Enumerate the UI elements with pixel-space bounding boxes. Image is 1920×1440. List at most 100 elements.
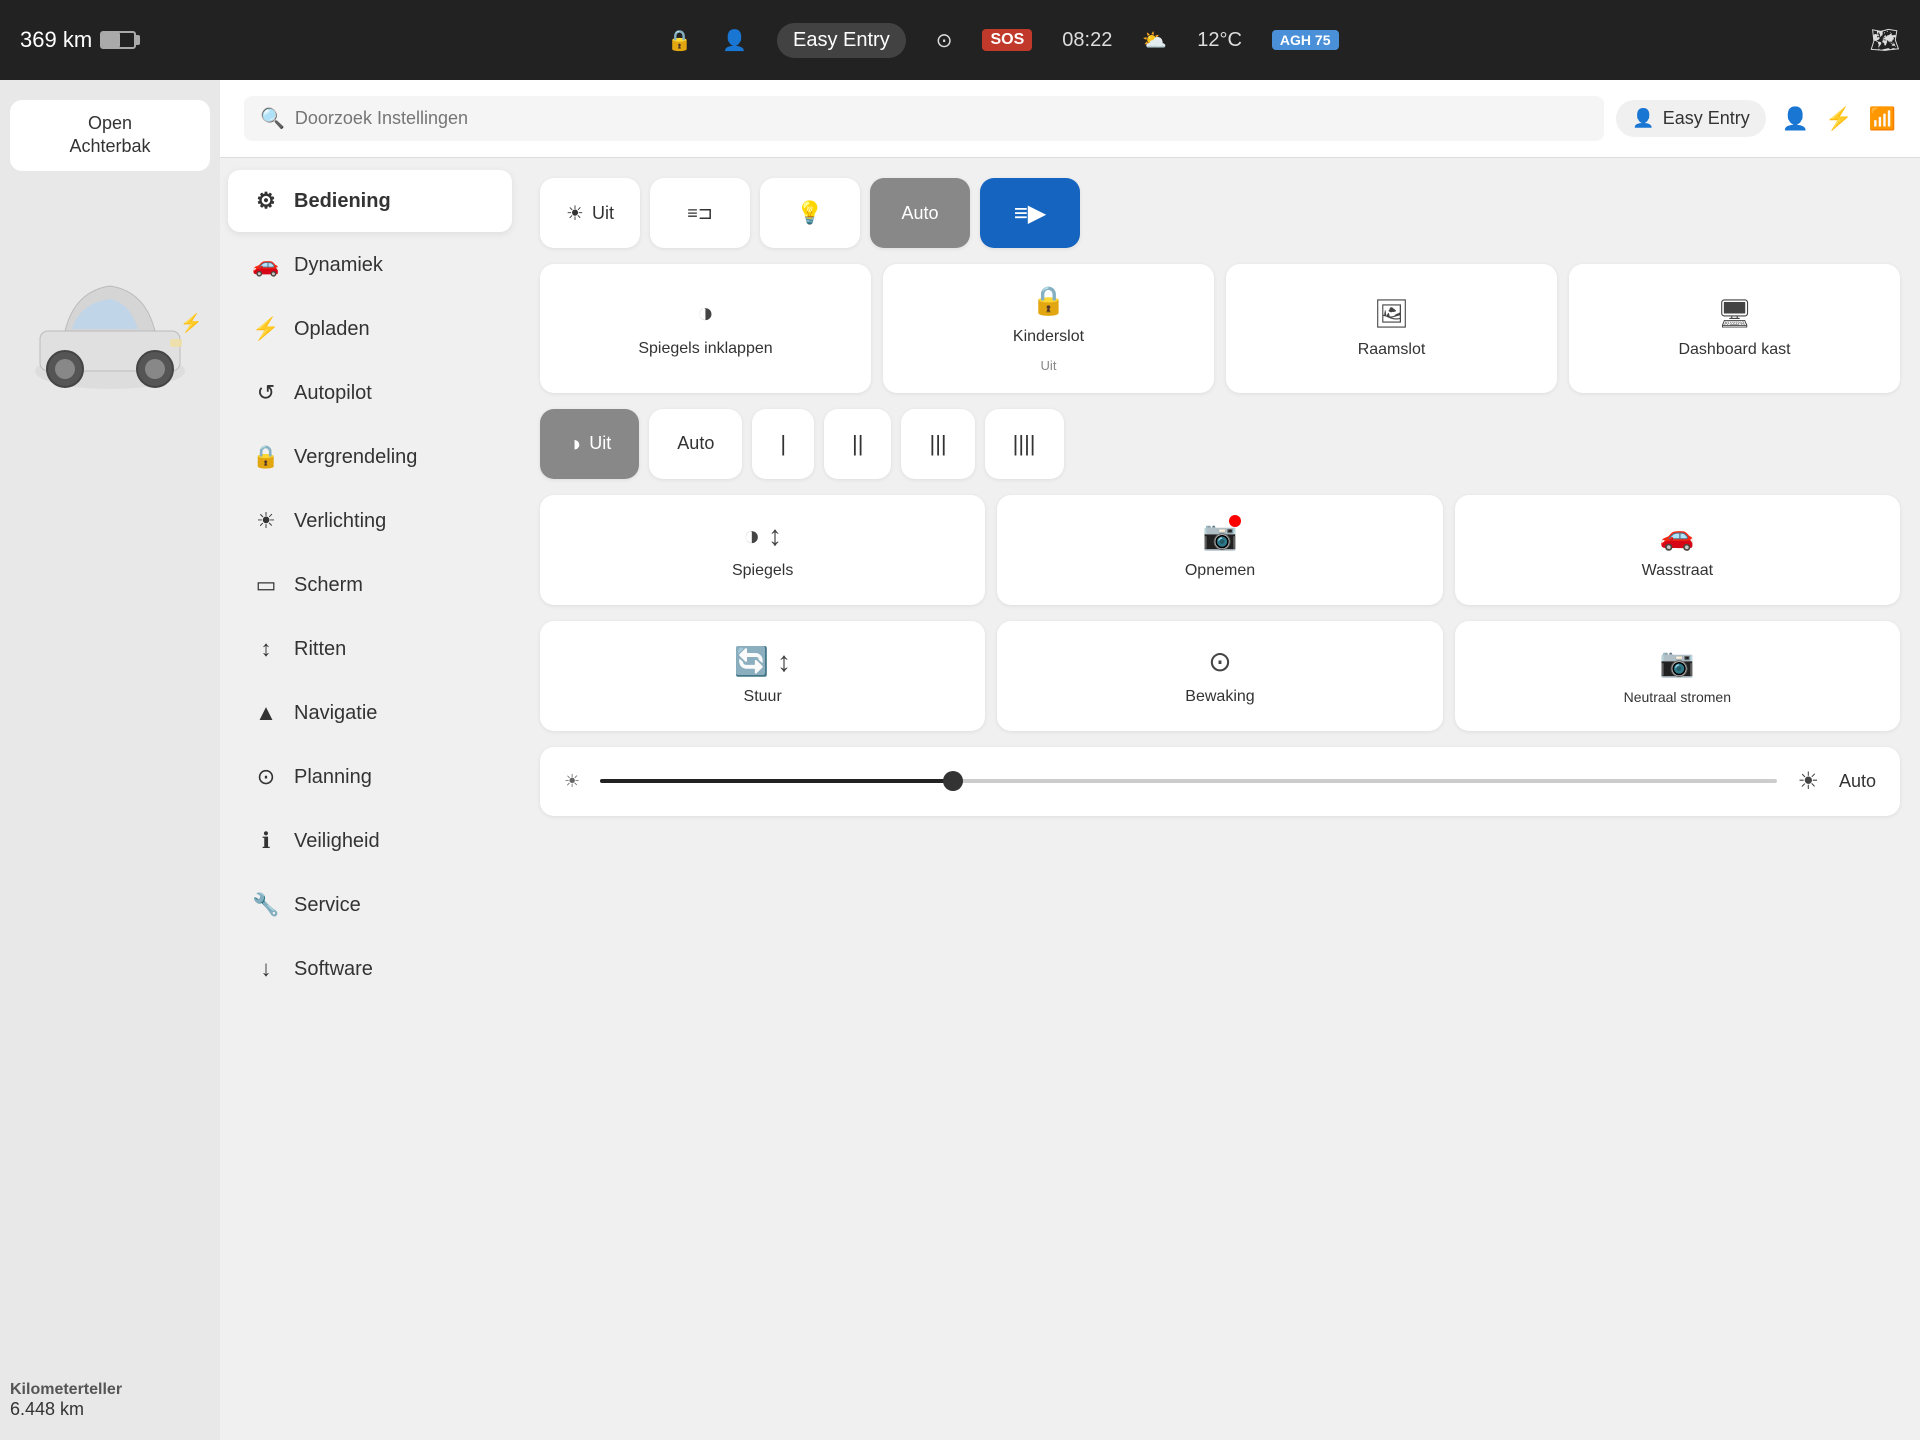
opnemen-btn[interactable]: 📷 Opnemen xyxy=(997,495,1442,605)
veiligheid-icon: ℹ xyxy=(252,828,280,854)
wiper-auto-btn[interactable]: Auto xyxy=(649,409,742,479)
car-svg: ⚡ xyxy=(20,211,200,411)
content-area: ⚙ Bediening 🚗 Dynamiek ⚡ Opladen ↺ Autop… xyxy=(220,158,1920,1440)
brightness-high-icon: ☀ xyxy=(1797,767,1819,796)
svg-text:⚡: ⚡ xyxy=(180,312,200,334)
software-icon: ↓ xyxy=(252,956,280,982)
sidebar-item-autopilot[interactable]: ↺ Autopilot xyxy=(228,362,512,424)
light-auto-btn[interactable]: Auto xyxy=(870,178,970,248)
temp-display: 12°C xyxy=(1197,29,1242,52)
wiper-speed3-btn[interactable]: ||| xyxy=(901,409,974,479)
light-dimlicht-btn[interactable]: 💡 xyxy=(760,178,860,248)
sidebar-item-vergrendeling[interactable]: 🔒 Vergrendeling xyxy=(228,426,512,488)
km-value: 369 km xyxy=(20,27,92,53)
autopilot-badge: AGH 75 xyxy=(1272,30,1339,50)
sidebar-item-label: Verlichting xyxy=(294,510,386,533)
km-display: 369 km xyxy=(20,27,136,53)
scherm-icon: ▭ xyxy=(252,572,280,598)
navigatie-icon: ▲ xyxy=(252,700,280,726)
planning-icon: ⊙ xyxy=(252,764,280,790)
nav-menu: ⚙ Bediening 🚗 Dynamiek ⚡ Opladen ↺ Autop… xyxy=(220,158,520,1440)
km-counter-value: 6.448 km xyxy=(10,1399,210,1420)
search-wrap: 🔍 xyxy=(244,96,1604,141)
search-input[interactable] xyxy=(295,108,1588,129)
open-trunk-button[interactable]: Open Achterbak xyxy=(10,100,210,171)
action-grid-2: 🔄 ↕ Stuur ⊙ Bewaking 📷 Neutraal stromen xyxy=(540,621,1900,731)
circle-icon: ⊙ xyxy=(936,28,953,53)
raamslot-btn[interactable]: 🖼 Raamslot xyxy=(1226,264,1557,393)
left-panel: Open Achterbak xyxy=(0,80,220,1440)
controls-area: ☀ Uit ≡⊐ 💡 Auto ≡▶ xyxy=(520,158,1920,1440)
sidebar-item-software[interactable]: ↓ Software xyxy=(228,938,512,1000)
dashboard-kast-btn[interactable]: 🖥 Dashboard kast xyxy=(1569,264,1900,393)
bewaking-btn[interactable]: ⊙ Bewaking xyxy=(997,621,1442,731)
map-icon: 🗺 xyxy=(1870,26,1900,55)
profile-icon: 👤 xyxy=(722,28,747,53)
sidebar-item-scherm[interactable]: ▭ Scherm xyxy=(228,554,512,616)
car-image: ⚡ xyxy=(20,211,200,411)
sidebar-item-label: Vergrendeling xyxy=(294,446,417,469)
opladen-icon: ⚡ xyxy=(252,316,280,342)
sidebar-item-opladen[interactable]: ⚡ Opladen xyxy=(228,298,512,360)
spiegels-btn[interactable]: ◑ ↕ Spiegels xyxy=(540,495,985,605)
search-icon: 🔍 xyxy=(260,106,285,131)
weather-icon: ⛅ xyxy=(1142,28,1167,53)
km-counter-title: Kilometerteller xyxy=(10,1381,210,1399)
lock-icon: 🔒 xyxy=(667,28,692,53)
sidebar-item-ritten[interactable]: ↕ Ritten xyxy=(228,618,512,680)
wasstraat-btn[interactable]: 🚗 Wasstraat xyxy=(1455,495,1900,605)
settings-panel: 🔍 👤 Easy Entry 👤 ⚡ 📶 ⚙ Bediening xyxy=(220,80,1920,1440)
ritten-icon: ↕ xyxy=(252,636,280,662)
km-counter: Kilometerteller 6.448 km xyxy=(10,1381,210,1420)
easy-entry-btn[interactable]: Easy Entry xyxy=(777,23,906,58)
light-buttons-row: ☀ Uit ≡⊐ 💡 Auto ≡▶ xyxy=(540,178,1900,248)
profile-button[interactable]: 👤 Easy Entry xyxy=(1616,100,1765,137)
status-bar: 369 km 🔒 👤 Easy Entry ⊙ SOS 08:22 ⛅ 12°C… xyxy=(0,0,1920,80)
brightness-auto-label: Auto xyxy=(1839,771,1876,792)
sidebar-item-label: Bediening xyxy=(294,190,391,213)
action-grid-1: ◑ ↕ Spiegels 📷 Opnemen 🚗 Wasstraat xyxy=(540,495,1900,605)
light-dge-btn[interactable]: ≡⊐ xyxy=(650,178,750,248)
kinderslot-btn[interactable]: 🔒 Kinderslot Uit xyxy=(883,264,1214,393)
sidebar-item-label: Service xyxy=(294,894,361,917)
search-right: 👤 Easy Entry 👤 ⚡ 📶 xyxy=(1616,100,1896,137)
sidebar-item-bediening[interactable]: ⚙ Bediening xyxy=(228,170,512,232)
stuur-btn[interactable]: 🔄 ↕ Stuur xyxy=(540,621,985,731)
sidebar-item-label: Navigatie xyxy=(294,702,377,725)
brightness-slider[interactable] xyxy=(600,779,1777,783)
sidebar-item-veiligheid[interactable]: ℹ Veiligheid xyxy=(228,810,512,872)
wiper-speed2-btn[interactable]: || xyxy=(824,409,891,479)
status-right: 🗺 xyxy=(1870,26,1900,55)
sidebar-item-navigatie[interactable]: ▲ Navigatie xyxy=(228,682,512,744)
spiegels-inklappen-btn[interactable]: ◑ Spiegels inklappen xyxy=(540,264,871,393)
bluetooth-icon: ⚡ xyxy=(1825,106,1852,132)
person-icon: 👤 xyxy=(1782,106,1809,132)
sidebar-item-label: Software xyxy=(294,958,373,981)
wiper-speed1-btn[interactable]: | xyxy=(752,409,814,479)
sidebar-item-service[interactable]: 🔧 Service xyxy=(228,874,512,936)
wiper-speed4-btn[interactable]: |||| xyxy=(985,409,1064,479)
sidebar-item-verlichting[interactable]: ☀ Verlichting xyxy=(228,490,512,552)
profile-icon: 👤 xyxy=(1632,108,1654,129)
neutraal-btn[interactable]: 📷 Neutraal stromen xyxy=(1455,621,1900,731)
sidebar-item-label: Scherm xyxy=(294,574,363,597)
brightness-low-icon: ☀ xyxy=(564,771,580,792)
light-uit-btn[interactable]: ☀ Uit xyxy=(540,178,640,248)
verlichting-icon: ☀ xyxy=(252,508,280,534)
wiper-uit-btn[interactable]: ◑ Uit xyxy=(540,409,639,479)
sidebar-item-label: Ritten xyxy=(294,638,346,661)
light-groot-btn[interactable]: ≡▶ xyxy=(980,178,1080,248)
feature-grid: ◑ Spiegels inklappen 🔒 Kinderslot Uit 🖼 … xyxy=(540,264,1900,393)
wiper-row: ◑ Uit Auto | || ||| |||| xyxy=(540,409,1900,479)
brightness-thumb[interactable] xyxy=(943,771,963,791)
wifi-icon: 📶 xyxy=(1869,106,1896,132)
brightness-row: ☀ ☀ Auto xyxy=(540,747,1900,816)
sidebar-item-planning[interactable]: ⊙ Planning xyxy=(228,746,512,808)
sidebar-item-label: Veiligheid xyxy=(294,830,380,853)
battery-icon xyxy=(100,31,136,49)
vergrendeling-icon: 🔒 xyxy=(252,444,280,470)
sidebar-item-dynamiek[interactable]: 🚗 Dynamiek xyxy=(228,234,512,296)
service-icon: 🔧 xyxy=(252,892,280,918)
sidebar-item-label: Planning xyxy=(294,766,372,789)
main-area: Open Achterbak xyxy=(0,80,1920,1440)
